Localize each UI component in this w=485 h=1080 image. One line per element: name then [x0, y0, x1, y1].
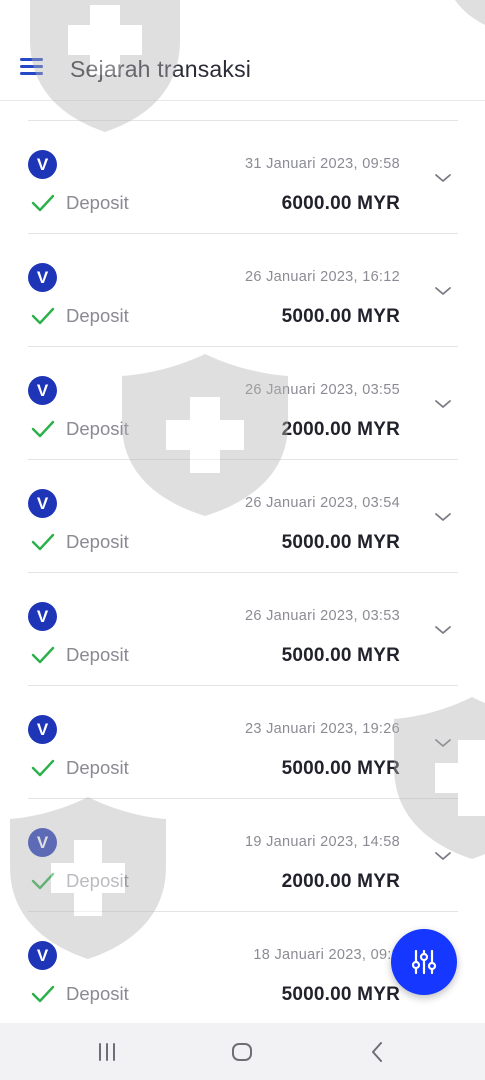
transaction-row[interactable]: V Deposit 26 Januari 2023, 03:53 5000.00… — [0, 573, 485, 686]
transaction-date: 23 Januari 2023, 19:26 — [245, 721, 400, 737]
transaction-amount: 5000.00 MYR — [281, 306, 400, 327]
chevron-down-icon[interactable] — [434, 285, 452, 297]
transaction-type: Deposit — [66, 757, 129, 778]
transaction-date: 19 Januari 2023, 14:58 — [245, 834, 400, 850]
transaction-date: 26 Januari 2023, 16:12 — [245, 269, 400, 285]
transaction-amount: 2000.00 MYR — [281, 871, 400, 892]
check-icon — [31, 985, 55, 1003]
transaction-row[interactable]: V Deposit 19 Januari 2023, 14:58 2000.00… — [0, 799, 485, 912]
transaction-row[interactable]: V Deposit 23 Januari 2023, 19:26 5000.00… — [0, 686, 485, 799]
transaction-type: Deposit — [66, 305, 129, 326]
transaction-amount: 2000.00 MYR — [281, 419, 400, 440]
chevron-down-icon[interactable] — [434, 850, 452, 862]
payment-method-badge: V — [28, 715, 57, 744]
transaction-date: 18 Januari 2023, 09:3 — [253, 947, 400, 963]
page-title: Sejarah transaksi — [70, 56, 252, 82]
transaction-list[interactable]: V Deposit 31 Januari 2023, 09:58 6000.00… — [0, 101, 485, 1023]
transaction-type: Deposit — [66, 644, 129, 665]
chevron-down-icon[interactable] — [434, 511, 452, 523]
check-icon — [31, 646, 55, 664]
transaction-date: 31 Januari 2023, 09:58 — [245, 156, 400, 172]
chevron-down-icon[interactable] — [434, 398, 452, 410]
transaction-amount: 5000.00 MYR — [281, 532, 400, 553]
transaction-date: 26 Januari 2023, 03:53 — [245, 608, 400, 624]
transaction-row[interactable]: V Deposit 26 Januari 2023, 03:55 2000.00… — [0, 347, 485, 460]
payment-method-badge: V — [28, 828, 57, 857]
transaction-type: Deposit — [66, 192, 129, 213]
home-button[interactable] — [202, 1023, 282, 1080]
back-button[interactable] — [337, 1023, 417, 1080]
filter-button[interactable] — [391, 929, 457, 995]
payment-method-badge: V — [28, 489, 57, 518]
recent-apps-button[interactable] — [67, 1023, 147, 1080]
chevron-down-icon[interactable] — [434, 172, 452, 184]
home-icon — [232, 1042, 252, 1061]
transaction-row[interactable]: V Deposit 26 Januari 2023, 03:54 5000.00… — [0, 460, 485, 573]
check-icon — [31, 194, 55, 212]
transaction-type: Deposit — [66, 983, 129, 1004]
chevron-down-icon[interactable] — [434, 624, 452, 636]
transaction-row[interactable]: V Deposit 31 Januari 2023, 09:58 6000.00… — [0, 121, 485, 234]
check-icon — [31, 307, 55, 325]
system-nav-bar — [0, 1023, 485, 1080]
check-icon — [31, 872, 55, 890]
hamburger-icon[interactable] — [20, 57, 44, 77]
payment-method-badge: V — [28, 376, 57, 405]
recent-apps-icon — [99, 1042, 115, 1061]
transaction-row[interactable]: V Deposit 26 Januari 2023, 16:12 5000.00… — [0, 234, 485, 347]
transaction-date: 26 Januari 2023, 03:55 — [245, 382, 400, 398]
payment-method-badge: V — [28, 263, 57, 292]
check-icon — [31, 533, 55, 551]
payment-method-badge: V — [28, 150, 57, 179]
transaction-amount: 5000.00 MYR — [281, 984, 400, 1005]
transaction-type: Deposit — [66, 418, 129, 439]
check-icon — [31, 420, 55, 438]
transaction-amount: 6000.00 MYR — [281, 193, 400, 214]
transaction-type: Deposit — [66, 870, 129, 891]
transaction-amount: 5000.00 MYR — [281, 758, 400, 779]
transaction-amount: 5000.00 MYR — [281, 645, 400, 666]
payment-method-badge: V — [28, 941, 57, 970]
payment-method-badge: V — [28, 602, 57, 631]
filter-sliders-icon — [411, 949, 437, 975]
transaction-type: Deposit — [66, 531, 129, 552]
chevron-down-icon[interactable] — [434, 737, 452, 749]
check-icon — [31, 759, 55, 777]
app-bar: Sejarah transaksi — [0, 0, 485, 101]
transaction-date: 26 Januari 2023, 03:54 — [245, 495, 400, 511]
back-icon — [372, 1041, 382, 1062]
